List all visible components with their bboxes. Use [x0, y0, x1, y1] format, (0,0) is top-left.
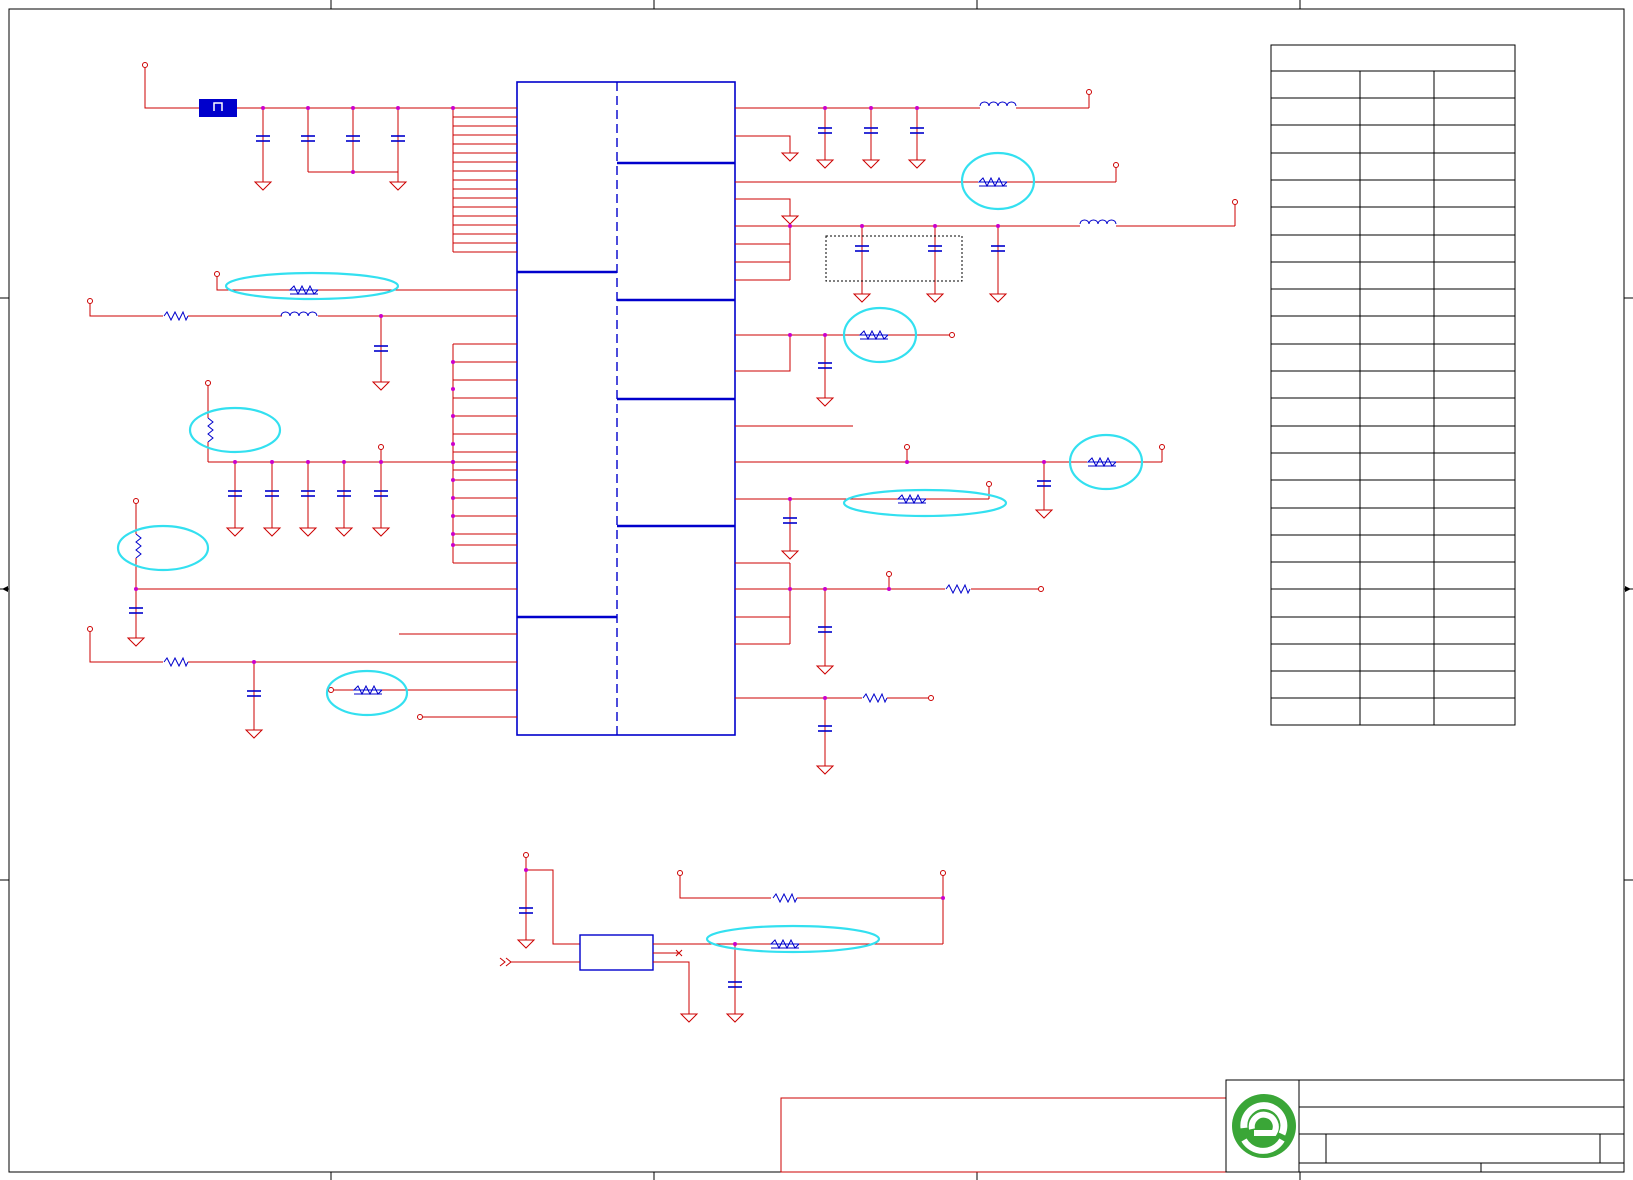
- company-logo-icon: [1232, 1094, 1296, 1158]
- sheet-frame: [0, 0, 1633, 1180]
- schematic-sheet: [0, 0, 1633, 1180]
- fuse-symbol: [199, 99, 237, 117]
